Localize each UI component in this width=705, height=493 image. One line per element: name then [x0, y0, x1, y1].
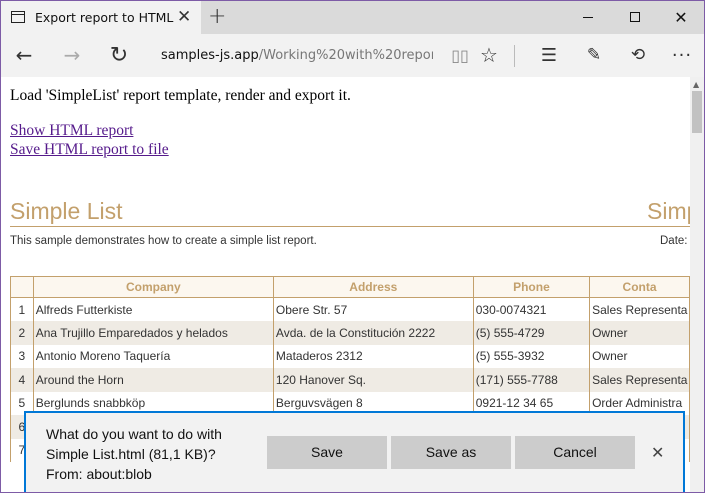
share-icon[interactable]: ⟲ — [621, 34, 655, 77]
maximize-button[interactable] — [612, 1, 658, 34]
report-title-rule — [10, 226, 690, 227]
row-index: 4 — [10, 368, 34, 392]
cell-address: Avda. de la Constitución 2222 — [272, 321, 474, 345]
table-header-row: Company Address Phone Conta — [10, 276, 690, 298]
cell-phone: (5) 555-3932 — [472, 344, 591, 368]
minimize-button[interactable] — [565, 1, 611, 34]
download-message: What do you want to do with Simple List.… — [46, 424, 222, 484]
cell-address: 120 Hanover Sq. — [272, 368, 474, 392]
web-note-icon[interactable]: ✎ — [577, 34, 611, 77]
download-source: From: about:blob — [46, 466, 152, 482]
download-question: What do you want to do with — [46, 426, 222, 442]
table-row: 3 Antonio Moreno Taquería Mataderos 2312… — [10, 344, 690, 368]
column-header-contact: Conta — [589, 276, 690, 298]
page-icon — [11, 11, 25, 23]
cell-contact: Owner — [589, 321, 690, 345]
save-button[interactable]: Save — [267, 436, 387, 469]
scroll-thumb[interactable] — [692, 91, 702, 133]
report-title-right: Simp — [647, 198, 690, 224]
back-arrow-icon[interactable]: ← — [7, 34, 41, 77]
browser-tab[interactable]: Export report to HTML ✕ — [1, 1, 201, 34]
cell-contact: Sales Representa — [589, 297, 690, 321]
more-icon[interactable]: ··· — [665, 34, 699, 77]
table-row: 1 Alfreds Futterkiste Obere Str. 57 030-… — [10, 297, 690, 321]
table-row: 2 Ana Trujillo Emparedados y helados Avd… — [10, 321, 690, 345]
cell-contact: Sales Representa — [589, 368, 690, 392]
download-prompt: What do you want to do with Simple List.… — [24, 411, 685, 492]
row-index: 1 — [10, 297, 34, 321]
address-path: /Working%20with%20report/C — [258, 48, 433, 63]
navigation-bar: ← → ↻ samples-js.app/Working%20with%20re… — [1, 34, 704, 77]
cell-address: Mataderos 2312 — [272, 344, 474, 368]
vertical-scrollbar[interactable]: ▲ — [690, 77, 704, 492]
column-header-address: Address — [272, 276, 474, 298]
tab-close-icon[interactable]: ✕ — [177, 7, 191, 27]
hub-icon[interactable]: ☰ — [532, 34, 566, 77]
title-bar: Export report to HTML ✕ + ✕ — [1, 1, 704, 34]
cell-phone: 030-0074321 — [472, 297, 591, 321]
window-close-icon: ✕ — [674, 8, 688, 27]
intro-text: Load 'SimpleList' report template, rende… — [10, 87, 351, 104]
report-description: This sample demonstrates how to create a… — [10, 235, 317, 247]
row-index: 3 — [10, 344, 34, 368]
row-index: 2 — [10, 321, 34, 345]
save-as-button[interactable]: Save as — [391, 436, 511, 469]
save-html-report-link[interactable]: Save HTML report to file — [10, 141, 169, 159]
favorite-star-icon[interactable]: ☆ — [472, 34, 506, 77]
window-close-button[interactable]: ✕ — [658, 1, 704, 34]
cell-phone: (5) 555-4729 — [472, 321, 591, 345]
table-row: 4 Around the Horn 120 Hanover Sq. (171) … — [10, 368, 690, 392]
download-filename: Simple List.html (81,1 KB)? — [46, 446, 216, 462]
cell-company: Ana Trujillo Emparedados y helados — [32, 321, 274, 345]
browser-window: Export report to HTML ✕ + ✕ ← → ↻ sample… — [0, 0, 705, 493]
cell-company: Alfreds Futterkiste — [32, 297, 274, 321]
cell-company: Around the Horn — [32, 368, 274, 392]
scroll-up-icon[interactable]: ▲ — [693, 80, 699, 89]
column-header-phone: Phone — [472, 276, 591, 298]
report-title: Simple List — [10, 198, 123, 224]
refresh-icon[interactable]: ↻ — [102, 34, 136, 77]
cell-company: Antonio Moreno Taquería — [32, 344, 274, 368]
tab-title: Export report to HTML — [35, 10, 174, 25]
cell-address: Obere Str. 57 — [272, 297, 474, 321]
column-header-index — [10, 276, 34, 298]
maximize-icon — [630, 12, 640, 22]
report-date: Date: A — [660, 235, 690, 247]
cell-contact: Owner — [589, 344, 690, 368]
new-tab-icon[interactable]: + — [208, 4, 226, 29]
cancel-button[interactable]: Cancel — [515, 436, 635, 469]
address-host: samples-js.app — [161, 48, 259, 63]
show-html-report-link[interactable]: Show HTML report — [10, 122, 133, 140]
toolbar-divider — [514, 45, 515, 67]
column-header-company: Company — [32, 276, 274, 298]
minimize-icon — [583, 17, 593, 18]
cell-phone: (171) 555-7788 — [472, 368, 591, 392]
address-bar[interactable]: samples-js.app/Working%20with%20report/C — [161, 34, 433, 77]
forward-arrow-icon[interactable]: → — [55, 34, 89, 77]
download-close-icon[interactable]: ✕ — [651, 443, 664, 462]
